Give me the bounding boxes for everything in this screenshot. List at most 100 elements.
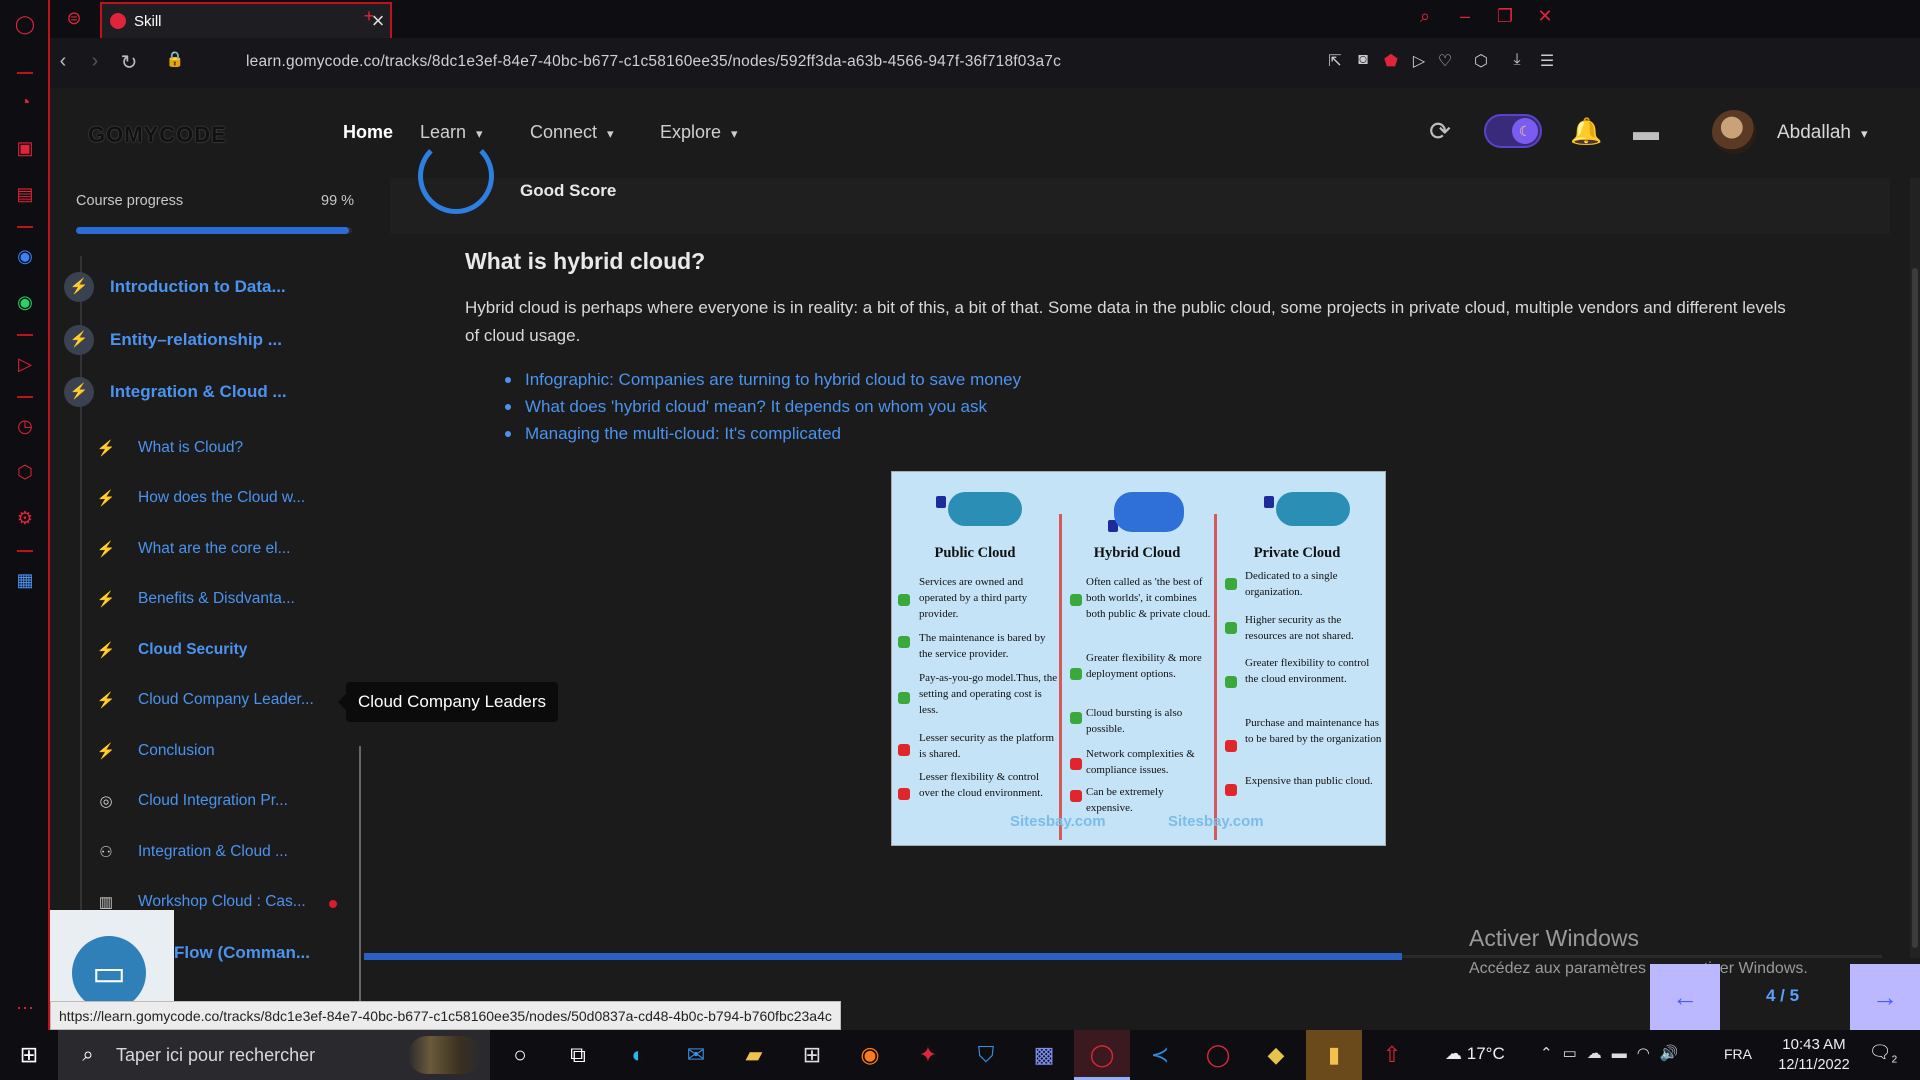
- previous-page-button[interactable]: ←: [1650, 964, 1720, 1030]
- cortana-icon[interactable]: ○: [492, 1030, 548, 1080]
- opera-icon[interactable]: ◯: [1190, 1030, 1246, 1080]
- lesson-item[interactable]: ⚡ How does the Cloud w...: [96, 489, 306, 507]
- moon-icon: ☾: [1512, 118, 1538, 144]
- chapter-item[interactable]: ⚡ Introduction to Data...: [64, 272, 286, 302]
- chat-icon[interactable]: ▬: [1630, 116, 1662, 148]
- restore-icon[interactable]: ❐: [1490, 6, 1520, 32]
- vscode-icon[interactable]: ≺: [1132, 1030, 1188, 1080]
- workspace-icon[interactable]: ⊜: [62, 6, 86, 30]
- list-item: Infographic: Companies are turning to hy…: [505, 366, 1021, 393]
- adblock-icon[interactable]: ⬟: [1380, 51, 1402, 73]
- mail-icon[interactable]: ✉: [668, 1030, 724, 1080]
- gomycode-logo[interactable]: GOMYCODE: [88, 122, 227, 148]
- lesson-item[interactable]: ⚇ Integration & Cloud ...: [96, 843, 288, 861]
- windows-start-icon[interactable]: ⊞: [0, 1030, 58, 1080]
- forward-icon[interactable]: ›: [82, 50, 108, 76]
- file-explorer-icon[interactable]: ▰: [726, 1030, 782, 1080]
- bell-icon[interactable]: 🔔: [1570, 116, 1602, 148]
- lesson-item[interactable]: ⚡ What is Cloud?: [96, 439, 243, 457]
- nav-connect[interactable]: Connect ▾: [530, 122, 614, 143]
- twitch-icon[interactable]: ▤: [13, 182, 37, 206]
- close-window-icon[interactable]: ✕: [1530, 6, 1560, 32]
- history-icon[interactable]: ◷: [13, 414, 37, 438]
- bullet: [505, 376, 511, 383]
- sync-icon[interactable]: ⟳: [1424, 116, 1456, 148]
- extensions-icon[interactable]: ⬡: [13, 460, 37, 484]
- chat-bubble-icon[interactable]: ▭: [72, 936, 146, 1010]
- chapter-item[interactable]: Flow (Comman...: [174, 943, 310, 963]
- article-link[interactable]: What does 'hybrid cloud' mean? It depend…: [525, 397, 987, 417]
- thumbs-down-icon: [1070, 758, 1082, 770]
- chapter-item[interactable]: ⚡ Entity–relationship ...: [64, 325, 282, 355]
- edge-icon[interactable]: ◐: [610, 1030, 666, 1080]
- back-icon[interactable]: ‹: [50, 50, 76, 76]
- firefox-icon[interactable]: ◉: [842, 1030, 898, 1080]
- security-icon[interactable]: ⛉: [958, 1030, 1014, 1080]
- messenger-icon[interactable]: ◉: [13, 244, 37, 268]
- scrollbar-thumb[interactable]: [1912, 268, 1918, 948]
- lesson-item[interactable]: ⚡ Conclusion: [96, 742, 215, 760]
- page-scrollbar[interactable]: [1910, 178, 1920, 958]
- lesson-item[interactable]: ▥ Workshop Cloud : Cas...: [96, 893, 306, 911]
- infographic-item: Greater flexibility & more deployment op…: [1086, 652, 1202, 680]
- lesson-label: What are the core el...: [138, 540, 291, 557]
- article-link[interactable]: Managing the multi-cloud: It's complicat…: [525, 424, 841, 444]
- nav-home[interactable]: Home: [343, 122, 393, 143]
- more-icon[interactable]: ⋯: [13, 996, 37, 1020]
- taskbar-search[interactable]: ⌕ Taper ici pour rechercher: [58, 1030, 490, 1080]
- cube-icon[interactable]: ⬡: [1470, 51, 1492, 73]
- thumbs-up-icon: [1225, 578, 1237, 590]
- clock-time[interactable]: 10:43 AM: [1774, 1036, 1854, 1053]
- chapter-item[interactable]: ⚡ Integration & Cloud ...: [64, 377, 287, 407]
- lesson-item[interactable]: ⚡ What are the core el...: [96, 540, 291, 558]
- weather-widget[interactable]: ☁ 17°C: [1445, 1044, 1505, 1064]
- new-tab-icon[interactable]: +: [354, 6, 384, 32]
- search-placeholder: Taper ici pour rechercher: [116, 1044, 316, 1065]
- folder-icon[interactable]: ▮: [1306, 1030, 1362, 1080]
- infographic-column-title: Hybrid Cloud: [1093, 545, 1181, 561]
- nav-explore[interactable]: Explore ▾: [660, 122, 738, 143]
- send-icon[interactable]: ▷: [1408, 51, 1430, 73]
- shopping-icon[interactable]: ▣: [13, 136, 37, 160]
- store-icon[interactable]: ⊞: [784, 1030, 840, 1080]
- git-icon[interactable]: ◆: [1248, 1030, 1304, 1080]
- game-icon[interactable]: ✦: [900, 1030, 956, 1080]
- bolt-icon: ⚡: [96, 490, 116, 507]
- course-progress-bar: [76, 227, 352, 234]
- language-indicator[interactable]: FRA: [1724, 1046, 1752, 1062]
- speed-dial-icon[interactable]: ◔: [13, 90, 37, 114]
- camera-icon[interactable]: ◙: [1352, 51, 1374, 73]
- avatar[interactable]: [1712, 110, 1756, 154]
- upload-app-icon[interactable]: ⇧: [1364, 1030, 1420, 1080]
- article-link[interactable]: Infographic: Companies are turning to hy…: [525, 370, 1021, 390]
- sidebar-scrollbar[interactable]: [359, 746, 361, 1036]
- search-tabs-icon[interactable]: ⌕: [1410, 6, 1440, 32]
- lesson-item[interactable]: ⚡ Benefits & Disdvanta...: [96, 590, 295, 608]
- url-field[interactable]: learn.gomycode.co/tracks/8dc1e3ef-84e7-4…: [246, 53, 1061, 71]
- browser-tab[interactable]: Skill ×: [100, 2, 392, 38]
- dark-mode-toggle[interactable]: ☾: [1484, 114, 1542, 148]
- share-icon[interactable]: ⇱: [1324, 51, 1346, 73]
- lesson-item[interactable]: ◎ Cloud Integration Pr...: [96, 792, 287, 810]
- opera-logo-icon[interactable]: ◯: [13, 12, 37, 36]
- system-tray[interactable]: ⌃▭☁▬◠🔊: [1540, 1044, 1689, 1062]
- easy-setup-icon[interactable]: ☰: [1536, 51, 1558, 73]
- task-view-icon[interactable]: ⧉: [550, 1030, 606, 1080]
- next-page-button[interactable]: →: [1850, 964, 1920, 1030]
- lesson-item-active[interactable]: ⚡ Cloud Security: [96, 641, 248, 659]
- lesson-item[interactable]: ⚡ Cloud Company Leader...: [96, 691, 314, 709]
- translate-icon[interactable]: ▦: [13, 568, 37, 592]
- teams-icon[interactable]: ▩: [1016, 1030, 1072, 1080]
- heart-icon[interactable]: ♡: [1434, 51, 1456, 73]
- opera-gx-icon[interactable]: ◯: [1074, 1030, 1130, 1080]
- clock-date[interactable]: 12/11/2022: [1770, 1057, 1858, 1073]
- notification-icon[interactable]: 🗨2: [1868, 1042, 1898, 1068]
- download-icon[interactable]: ⤓: [1506, 51, 1528, 73]
- bolt-icon: ⚡: [96, 743, 116, 760]
- user-menu[interactable]: Abdallah ▾: [1777, 122, 1867, 144]
- whatsapp-icon[interactable]: ◉: [13, 290, 37, 314]
- player-icon[interactable]: ▷: [13, 352, 37, 376]
- reload-icon[interactable]: ↻: [116, 50, 142, 76]
- minimize-icon[interactable]: –: [1450, 6, 1480, 32]
- settings-icon[interactable]: ⚙: [13, 506, 37, 530]
